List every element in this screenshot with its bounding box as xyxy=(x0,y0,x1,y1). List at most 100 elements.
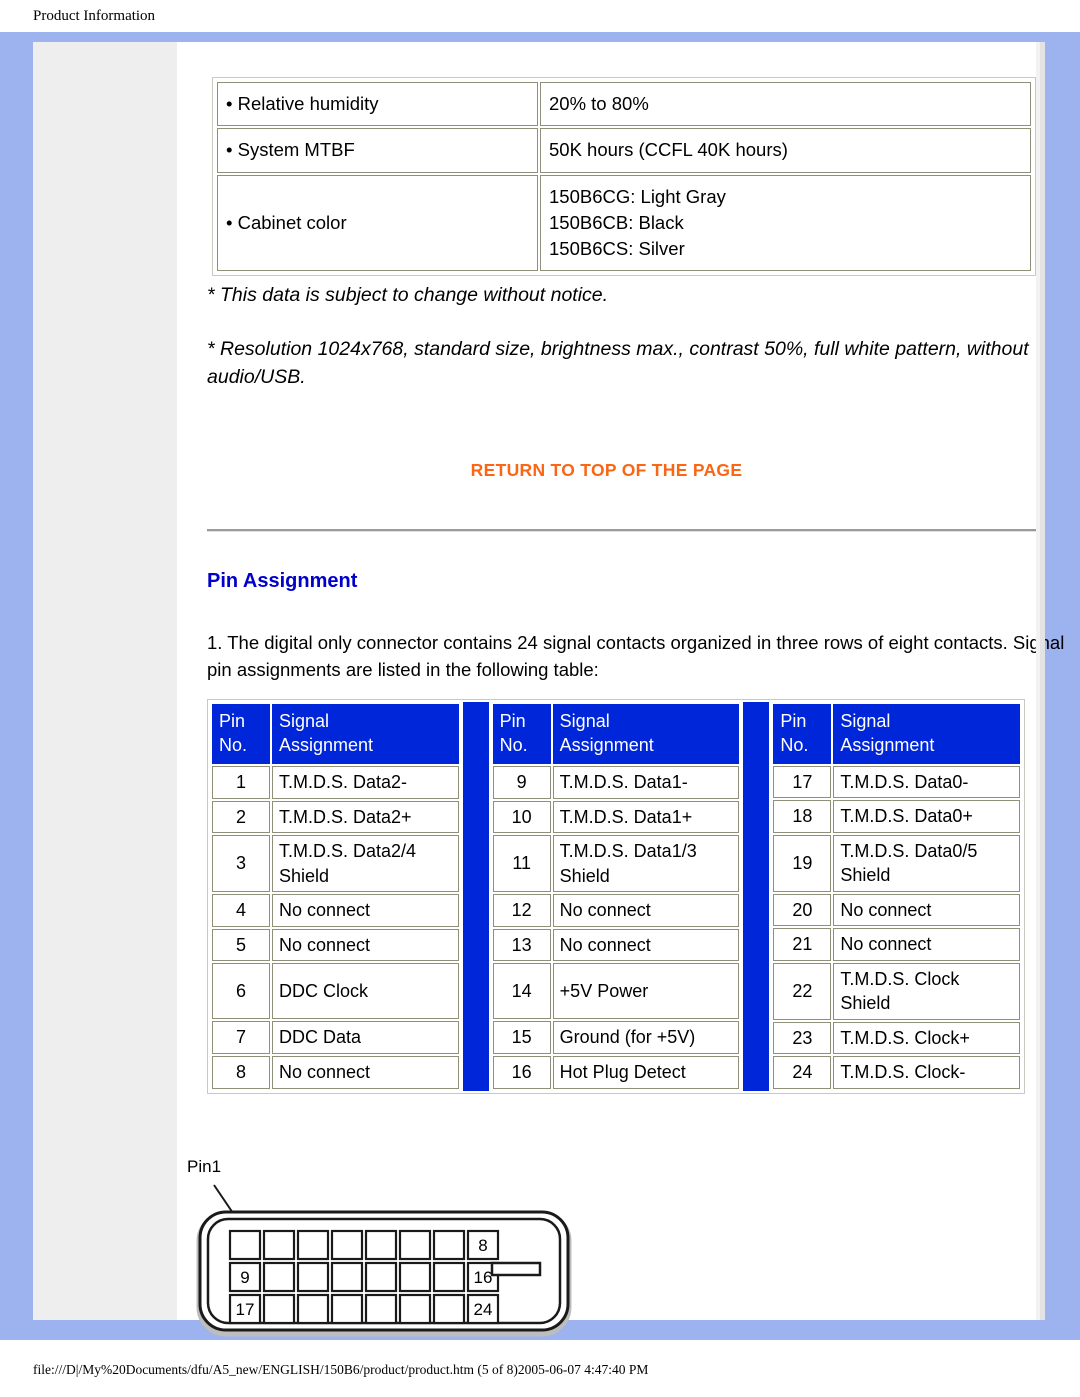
signal-assignment-cell: T.M.D.S. Data0/5 Shield xyxy=(833,834,1021,892)
table-row: • Relative humidity 20% to 80% xyxy=(217,82,1031,127)
table-row: 23 T.M.D.S. Clock+ xyxy=(773,1021,1021,1055)
signal-assignment-cell: T.M.D.S. Data2- xyxy=(272,765,459,799)
pin-number-cell: 11 xyxy=(492,835,551,893)
svg-text:9: 9 xyxy=(240,1268,249,1287)
column-header-signal-assignment: Signal Assignment xyxy=(272,704,459,764)
pin-number-cell: 12 xyxy=(492,894,551,927)
column-header-pin-no: Pin No. xyxy=(773,704,832,764)
pin-number-cell: 5 xyxy=(212,928,270,962)
table-row: 22 T.M.D.S. Clock Shield xyxy=(773,962,1021,1020)
browser-print-header: Product Information xyxy=(0,0,1080,32)
signal-assignment-cell: T.M.D.S. Clock+ xyxy=(833,1021,1021,1055)
signal-assignment-cell: +5V Power xyxy=(552,963,740,1020)
table-row: 10 T.M.D.S. Data1+ xyxy=(492,800,740,834)
signal-assignment-cell: T.M.D.S. Data0+ xyxy=(833,800,1021,833)
table-row: 18 T.M.D.S. Data0+ xyxy=(773,800,1021,833)
table-header-row: Pin No. Signal Assignment xyxy=(773,704,1021,764)
pin-number-cell: 9 xyxy=(492,765,551,799)
pin-table-block: Pin No. Signal Assignment 9 T.M.D.S. Data1- 10… xyxy=(491,702,742,1091)
table-row: 8 No connect xyxy=(212,1056,459,1089)
pin-number-cell: 24 xyxy=(773,1056,832,1089)
table-header-row: Pin No. Signal Assignment xyxy=(492,704,740,764)
table-row: 11 T.M.D.S. Data1/3 Shield xyxy=(492,835,740,893)
pin-number-cell: 16 xyxy=(492,1056,551,1089)
pin-number-cell: 13 xyxy=(492,928,551,962)
table-row: 13 No connect xyxy=(492,928,740,962)
signal-assignment-cell: T.M.D.S. Data1/3 Shield xyxy=(552,835,740,893)
signal-assignment-cell: T.M.D.S. Clock- xyxy=(833,1056,1021,1089)
spec-value: 20% to 80% xyxy=(540,82,1031,127)
pin-table-block: Pin No. Signal Assignment 17 T.M.D.S. Data0- 1… xyxy=(771,702,1022,1091)
signal-assignment-cell: DDC Data xyxy=(272,1021,459,1054)
pin-number-cell: 20 xyxy=(773,893,832,927)
pin-number-cell: 4 xyxy=(212,894,270,927)
pin-table-spacer xyxy=(743,702,770,1091)
signal-assignment-cell: No connect xyxy=(272,928,459,962)
svg-text:24: 24 xyxy=(474,1300,493,1319)
pin-number-cell: 10 xyxy=(492,800,551,834)
pin-number-cell: 6 xyxy=(212,963,270,1020)
signal-assignment-cell: No connect xyxy=(272,894,459,927)
browser-print-footer: file:///D|/My%20Documents/dfu/A5_new/ENG… xyxy=(33,1362,649,1377)
pin1-label: Pin1 xyxy=(187,1157,222,1176)
svg-text:17: 17 xyxy=(236,1300,255,1319)
spec-label: • Relative humidity xyxy=(217,82,538,127)
table-header-row: Pin No. Signal Assignment xyxy=(212,704,459,764)
pin-number-cell: 1 xyxy=(212,765,270,799)
page-edge-shadow-dark xyxy=(1040,42,1045,1320)
note-data-subject-to-change: * This data is subject to change without… xyxy=(207,284,609,306)
table-row: 16 Hot Plug Detect xyxy=(492,1056,740,1089)
pin-number-cell: 14 xyxy=(492,963,551,1020)
signal-assignment-cell: T.M.D.S. Data1- xyxy=(552,765,740,799)
pin-number-cell: 17 xyxy=(773,765,832,799)
content-column: • Relative humidity 20% to 80% • System MT… xyxy=(177,42,1064,1337)
spec-value: 150B6CG: Light Gray 150B6CB: Black 150B6CS… xyxy=(540,174,1031,272)
page-title: Pin Assignment xyxy=(207,570,358,592)
signal-assignment-cell: No connect xyxy=(552,928,740,962)
column-header-pin-no: Pin No. xyxy=(212,704,270,764)
table-row: 15 Ground (for +5V) xyxy=(492,1021,740,1054)
table-row: 9 T.M.D.S. Data1- xyxy=(492,765,740,799)
spec-label: • System MTBF xyxy=(217,128,538,173)
table-row: 24 T.M.D.S. Clock- xyxy=(773,1056,1021,1089)
dvi-connector-diagram: Pin1 8 9 16 17 24 xyxy=(182,1157,602,1342)
pin-assignment-description: 1. The digital only connector contains 2… xyxy=(207,632,1065,680)
svg-text:8: 8 xyxy=(478,1236,487,1255)
pin-number-cell: 22 xyxy=(773,962,832,1020)
column-header-signal-assignment: Signal Assignment xyxy=(833,704,1021,764)
table-row: 1 T.M.D.S. Data2- xyxy=(212,765,459,799)
table-row: 20 No connect xyxy=(773,893,1021,927)
section-divider-highlight xyxy=(207,531,1045,532)
page-inner: • Relative humidity 20% to 80% • System MT… xyxy=(33,42,1064,1337)
signal-assignment-cell: DDC Clock xyxy=(272,963,459,1020)
signal-assignment-cell: T.M.D.S. Data2/4 Shield xyxy=(272,835,459,893)
spec-label: • Cabinet color xyxy=(217,174,538,272)
pin-assignment-table: Pin No. Signal Assignment 1 T.M.D.S. Data2- 2 T… xyxy=(207,699,1025,1094)
signal-assignment-cell: T.M.D.S. Clock Shield xyxy=(833,962,1021,1020)
return-to-top-link[interactable]: RETURN TO TOP OF THE PAGE xyxy=(177,460,1036,481)
pin-number-cell: 2 xyxy=(212,800,270,834)
signal-assignment-cell: T.M.D.S. Data2+ xyxy=(272,800,459,834)
table-row: 6 DDC Clock xyxy=(212,963,459,1020)
page-frame: • Relative humidity 20% to 80% • System MT… xyxy=(0,32,1080,1340)
column-header-signal-assignment: Signal Assignment xyxy=(552,704,740,764)
table-row: 2 T.M.D.S. Data2+ xyxy=(212,800,459,834)
specifications-table: • Relative humidity 20% to 80% • System MT… xyxy=(212,77,1036,277)
table-row: 3 T.M.D.S. Data2/4 Shield xyxy=(212,835,459,893)
table-row: 14 +5V Power xyxy=(492,963,740,1020)
pin-table-block: Pin No. Signal Assignment 1 T.M.D.S. Data2- 2 T… xyxy=(210,702,461,1091)
pin-table-spacer xyxy=(462,702,489,1091)
table-row: 7 DDC Data xyxy=(212,1021,459,1054)
connector-svg: 8 9 16 17 24 xyxy=(196,1184,572,1337)
pin-number-cell: 19 xyxy=(773,834,832,892)
pin-number-cell: 8 xyxy=(212,1056,270,1089)
signal-assignment-cell: Hot Plug Detect xyxy=(552,1056,740,1089)
table-row: • System MTBF 50K hours (CCFL 40K hours) xyxy=(217,128,1031,173)
signal-assignment-cell: T.M.D.S. Data1+ xyxy=(552,800,740,834)
signal-assignment-cell: T.M.D.S. Data0- xyxy=(833,765,1021,799)
note-resolution: * Resolution 1024x768, standard size, br… xyxy=(207,338,1029,388)
pin-number-cell: 3 xyxy=(212,835,270,893)
pin-number-cell: 18 xyxy=(773,800,832,833)
signal-assignment-cell: No connect xyxy=(272,1056,459,1089)
left-nav-column xyxy=(33,42,177,1320)
